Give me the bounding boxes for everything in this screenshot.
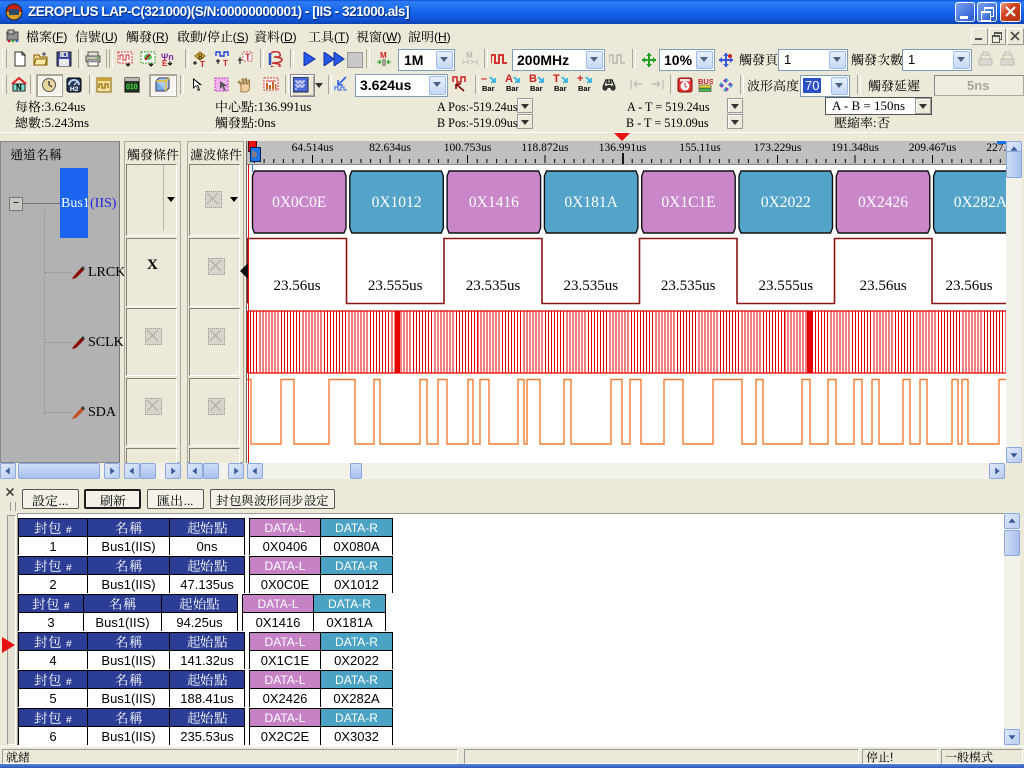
svg-text:H2: H2 (70, 86, 79, 93)
svg-text:010: 010 (126, 84, 138, 91)
svg-text:E: E (162, 59, 168, 67)
svg-text:T: T (223, 59, 228, 67)
svg-text:M: M (466, 51, 473, 60)
svg-text:N: N (16, 83, 22, 92)
svg-text:M: M (380, 51, 387, 60)
svg-text:T: T (200, 60, 205, 67)
svg-text:T: T (245, 52, 251, 62)
